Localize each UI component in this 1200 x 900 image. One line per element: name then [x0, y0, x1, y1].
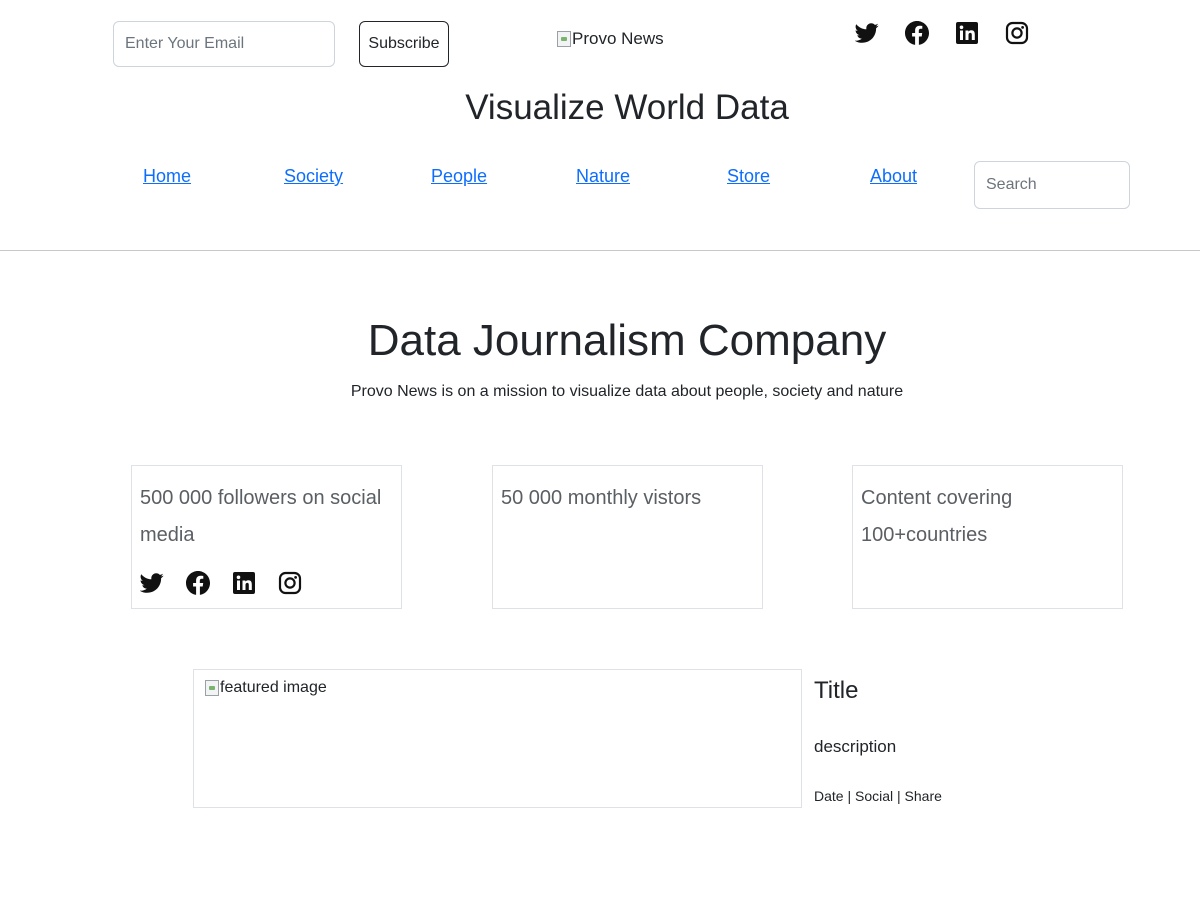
search-input[interactable] [974, 161, 1130, 209]
stat-text: Content covering 100+countries [861, 487, 1013, 546]
stat-card-visitors: 50 000 monthly vistors [492, 465, 763, 609]
nav-link-about[interactable]: About [870, 166, 917, 187]
nav-link-society[interactable]: Society [284, 166, 343, 187]
nav-link-store[interactable]: Store [727, 166, 770, 187]
featured-title[interactable]: Title [814, 677, 858, 705]
nav-link-people[interactable]: People [431, 166, 487, 187]
header-divider [0, 250, 1200, 251]
twitter-icon[interactable] [140, 571, 164, 595]
subscribe-button[interactable]: Subscribe [359, 21, 449, 67]
nav-link-nature[interactable]: Nature [576, 166, 630, 187]
hero-title: Data Journalism Company [367, 316, 887, 365]
stat-text: 50 000 monthly vistors [501, 487, 702, 509]
header-social-links [855, 21, 1029, 45]
featured-image-alt: featured image [205, 679, 327, 697]
instagram-icon[interactable] [1005, 21, 1029, 45]
brand-logo[interactable]: Provo News [557, 28, 664, 50]
featured-meta: Date | Social | Share [814, 788, 942, 804]
broken-image-icon [205, 680, 219, 696]
featured-image[interactable]: featured image [193, 669, 802, 808]
facebook-icon[interactable] [186, 571, 210, 595]
linkedin-icon[interactable] [955, 21, 979, 45]
stat-card-followers: 500 000 followers on social media [131, 465, 402, 609]
stat-text: 500 000 followers on social media [140, 487, 382, 546]
linkedin-icon[interactable] [232, 571, 256, 595]
page: Subscribe Provo News Visualize World Dat… [0, 0, 1200, 900]
card-social-links [140, 571, 302, 595]
facebook-icon[interactable] [905, 21, 929, 45]
nav-link-home[interactable]: Home [143, 166, 191, 187]
featured-description: description [814, 737, 897, 756]
email-input[interactable] [113, 21, 335, 67]
stat-card-countries: Content covering 100+countries [852, 465, 1123, 609]
hero-subtitle: Provo News is on a mission to visualize … [350, 383, 904, 400]
featured-image-alt-text: featured image [220, 679, 327, 696]
brand-logo-alt-text: Provo News [572, 29, 664, 48]
broken-image-icon [557, 31, 571, 47]
site-title: Visualize World Data [465, 88, 789, 127]
instagram-icon[interactable] [278, 571, 302, 595]
twitter-icon[interactable] [855, 21, 879, 45]
